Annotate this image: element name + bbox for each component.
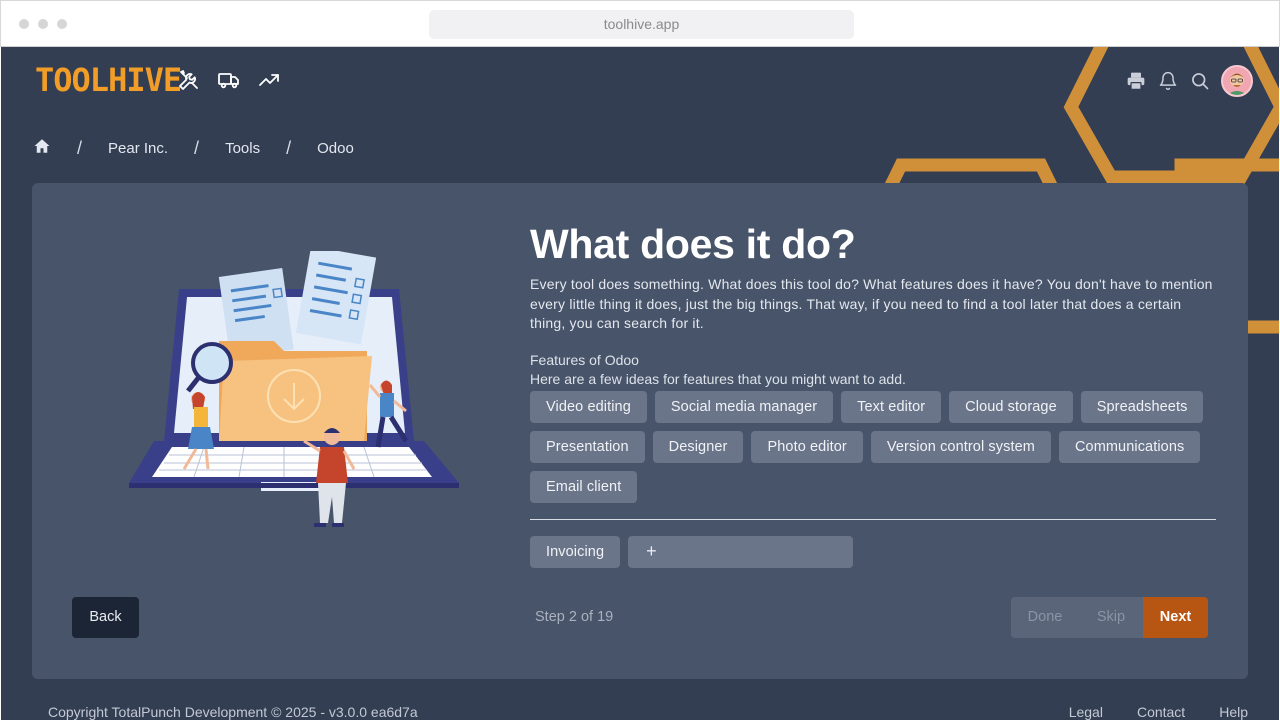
breadcrumb-item-odoo[interactable]: Odoo: [317, 140, 354, 157]
footer-link-help[interactable]: Help: [1219, 704, 1248, 720]
breadcrumb: / Pear Inc. / Tools / Odoo: [33, 137, 354, 159]
selected-feature-chip[interactable]: Invoicing: [530, 535, 621, 568]
suggestion-chip[interactable]: Version control system: [870, 430, 1051, 463]
footer-link-contact[interactable]: Contact: [1137, 704, 1185, 720]
truck-icon[interactable]: [215, 66, 243, 94]
browser-chrome: toolhive.app: [0, 0, 1280, 47]
suggestion-chip[interactable]: Communications: [1058, 430, 1201, 463]
done-button[interactable]: Done: [1011, 597, 1079, 638]
step-indicator: Step 2 of 19: [535, 609, 614, 625]
home-icon[interactable]: [33, 137, 51, 159]
back-button[interactable]: Back: [72, 597, 139, 638]
window-maximize-dot[interactable]: [57, 19, 67, 29]
footer-links: Legal Contact Help: [1069, 704, 1248, 720]
features-hint: Here are a few ideas for features that y…: [530, 370, 906, 387]
suggestion-chip[interactable]: Social media manager: [654, 390, 834, 423]
window-minimize-dot[interactable]: [38, 19, 48, 29]
suggestion-chip[interactable]: Video editing: [530, 390, 647, 423]
address-bar[interactable]: toolhive.app: [429, 10, 854, 39]
suggestion-chip[interactable]: Cloud storage: [949, 390, 1073, 423]
window-controls: [19, 19, 67, 29]
suggestion-chip[interactable]: Photo editor: [751, 430, 863, 463]
breadcrumb-separator: /: [286, 137, 292, 158]
printer-icon[interactable]: [1123, 68, 1149, 94]
wizard-actions: Done Skip Next: [1011, 597, 1208, 638]
copyright-text: Copyright TotalPunch Development © 2025 …: [48, 704, 418, 720]
app: TOOLHIVE / Pear Inc. / Tools / Odoo What…: [1, 47, 1279, 720]
feature-suggestions: Video editing Social media manager Text …: [530, 390, 1220, 503]
breadcrumb-separator: /: [77, 137, 83, 158]
toolhive-logo[interactable]: TOOLHIVE: [35, 61, 182, 99]
search-icon[interactable]: [1187, 68, 1213, 94]
main-nav: [175, 66, 283, 94]
suggestion-chip[interactable]: Email client: [530, 470, 638, 503]
breadcrumb-item-tools[interactable]: Tools: [225, 140, 260, 157]
wizard-card: What does it do? Every tool does somethi…: [32, 183, 1248, 679]
tools-icon[interactable]: [175, 66, 203, 94]
step-description: Every tool does something. What does thi…: [530, 276, 1213, 331]
suggestion-chip[interactable]: Designer: [652, 430, 744, 463]
divider: [530, 518, 1216, 520]
selected-features: Invoicing +: [530, 535, 1220, 568]
breadcrumb-separator: /: [194, 137, 200, 158]
add-feature-input[interactable]: +: [628, 535, 854, 568]
suggestion-chip[interactable]: Presentation: [530, 430, 645, 463]
bell-icon[interactable]: [1155, 68, 1181, 94]
top-bar: TOOLHIVE: [1, 47, 1279, 113]
skip-button[interactable]: Skip: [1079, 597, 1143, 638]
laptop-folder-illustration: [129, 251, 459, 527]
user-avatar[interactable]: [1221, 65, 1253, 97]
footer-link-legal[interactable]: Legal: [1069, 704, 1103, 720]
page-title: What does it do?: [530, 221, 856, 267]
step-content: What does it do? Every tool does somethi…: [530, 219, 1220, 568]
suggestion-chip[interactable]: Spreadsheets: [1080, 390, 1204, 423]
features-title: Features of Odoo: [530, 351, 639, 368]
next-button[interactable]: Next: [1143, 597, 1208, 638]
window-close-dot[interactable]: [19, 19, 29, 29]
breadcrumb-item-pear-inc[interactable]: Pear Inc.: [108, 140, 168, 157]
header-actions: [1123, 65, 1253, 97]
suggestion-chip[interactable]: Text editor: [841, 390, 942, 423]
trending-up-icon[interactable]: [255, 66, 283, 94]
